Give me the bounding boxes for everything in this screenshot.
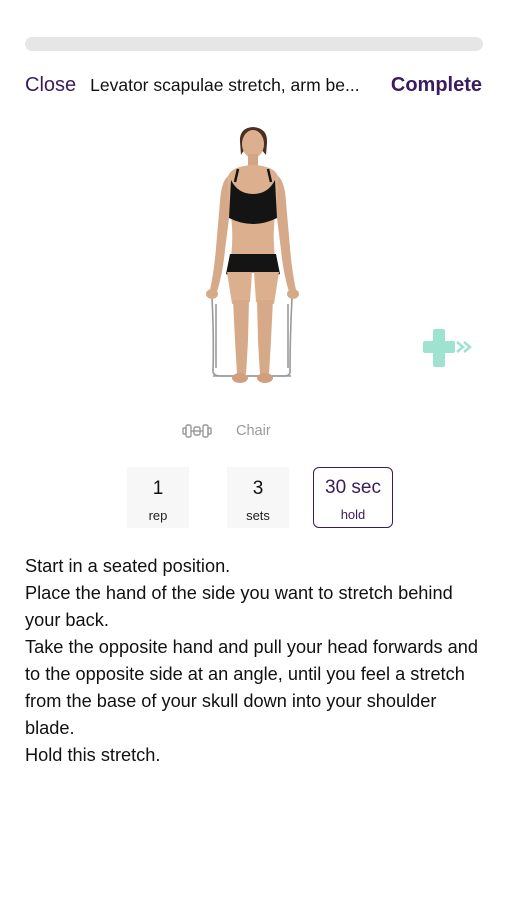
- instructions-text: Start in a seated position. Place the ha…: [25, 553, 490, 769]
- reps-unit: rep: [148, 508, 168, 523]
- close-button[interactable]: Close: [25, 74, 76, 97]
- reps-stat[interactable]: 1 rep: [127, 467, 189, 528]
- navigation-bar: Close Levator scapulae stretch, arm be..…: [25, 70, 482, 100]
- instruction-line: Start in a seated position.: [25, 556, 231, 576]
- instruction-line: Take the opposite hand and pull your hea…: [25, 637, 478, 738]
- next-exercise-icon[interactable]: [421, 326, 475, 370]
- seated-woman-figure: [206, 127, 299, 383]
- equipment-row: Chair: [182, 420, 271, 442]
- sets-stat[interactable]: 3 sets: [227, 467, 289, 528]
- complete-button[interactable]: Complete: [391, 74, 482, 97]
- instruction-line: Hold this stretch.: [25, 745, 161, 765]
- sheet-drag-handle[interactable]: [25, 37, 483, 51]
- exercise-illustration: [180, 122, 330, 394]
- exercise-title: Levator scapulae stretch, arm be...: [90, 74, 360, 95]
- reps-value: 1: [152, 478, 164, 499]
- hold-stat[interactable]: 30 sec hold: [313, 467, 393, 528]
- sets-value: 3: [252, 478, 264, 499]
- hold-unit: hold: [340, 507, 366, 522]
- hold-value: 30 sec: [325, 477, 381, 498]
- dumbbell-icon: [182, 421, 212, 441]
- sets-unit: sets: [246, 508, 270, 523]
- instruction-line: Place the hand of the side you want to s…: [25, 583, 453, 630]
- equipment-label: Chair: [236, 423, 271, 439]
